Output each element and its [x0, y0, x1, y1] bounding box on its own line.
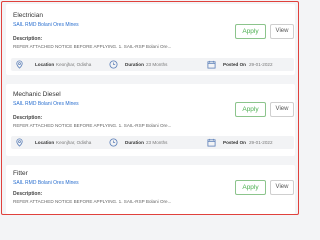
location-value: Keonjhar, Odisha: [56, 61, 92, 67]
view-button[interactable]: View: [270, 102, 294, 117]
clock-icon: [109, 60, 118, 69]
duration-label: Duration: [125, 61, 144, 67]
job-card: Electrician SAIL RMD Bolani Ores Mines D…: [6, 4, 295, 75]
apply-button[interactable]: Apply: [235, 180, 266, 195]
calendar-icon: [207, 138, 216, 147]
job-list: Electrician SAIL RMD Bolani Ores Mines D…: [1, 1, 299, 215]
company-link[interactable]: SAIL RMD Bolani Ores Mines: [13, 22, 79, 28]
description-text: REFER ATTACHED NOTICE BEFORE APPLYING. 1…: [13, 44, 172, 49]
company-link[interactable]: SAIL RMD Bolani Ores Mines: [13, 101, 79, 107]
view-button[interactable]: View: [270, 24, 294, 39]
job-title: Electrician: [13, 12, 43, 19]
description-label: Description:: [13, 115, 43, 121]
job-title: Mechanic Diesel: [13, 91, 61, 98]
apply-button[interactable]: Apply: [235, 24, 266, 39]
location-pin-icon: [16, 138, 23, 147]
location-label: Location: [35, 61, 55, 67]
posted-label: Posted On: [223, 139, 246, 145]
job-card: Mechanic Diesel SAIL RMD Bolani Ores Min…: [6, 84, 295, 156]
location-value: Keonjhar, Odisha: [56, 139, 92, 145]
location-pin-icon: [16, 60, 23, 69]
job-title: Fitter: [13, 170, 28, 177]
duration-value: 23 Months: [146, 139, 168, 145]
location-label: Location: [35, 139, 55, 145]
job-card: Fitter SAIL RMD Bolani Ores Mines Descri…: [6, 165, 295, 214]
view-button[interactable]: View: [270, 180, 294, 195]
description-text: REFER ATTACHED NOTICE BEFORE APPLYING. 1…: [13, 123, 172, 128]
description-label: Description:: [13, 191, 43, 197]
description-label: Description:: [13, 36, 43, 42]
calendar-icon: [207, 60, 216, 69]
apply-button[interactable]: Apply: [235, 102, 266, 117]
clock-icon: [109, 138, 118, 147]
description-text: REFER ATTACHED NOTICE BEFORE APPLYING. 1…: [13, 199, 172, 204]
posted-value: 29-01-2022: [249, 139, 273, 145]
job-meta-bar: Location Keonjhar, Odisha Duration 23 Mo…: [11, 58, 294, 71]
job-meta-bar: Location Keonjhar, Odisha Duration 23 Mo…: [11, 136, 294, 149]
duration-label: Duration: [125, 139, 144, 145]
posted-label: Posted On: [223, 61, 246, 67]
duration-value: 23 Months: [146, 61, 168, 67]
posted-value: 29-01-2022: [249, 61, 273, 67]
company-link[interactable]: SAIL RMD Bolani Ores Mines: [13, 180, 79, 186]
